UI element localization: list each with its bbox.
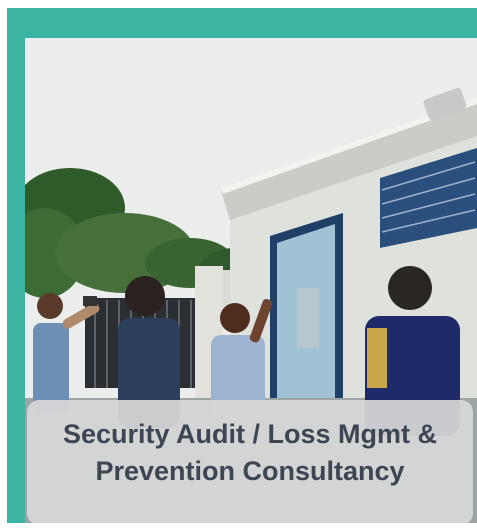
card-title: Security Audit / Loss Mgmt & Prevention … bbox=[62, 419, 438, 486]
caption-panel: Security Audit / Loss Mgmt & Prevention … bbox=[27, 400, 473, 523]
service-card[interactable]: Security Audit / Loss Mgmt & Prevention … bbox=[7, 8, 477, 523]
